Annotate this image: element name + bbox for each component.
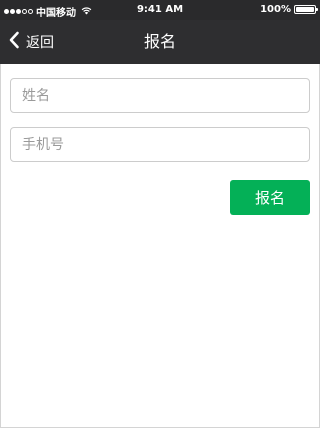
- status-bar: 中国移动 9:41 AM 100%: [0, 0, 320, 20]
- chevron-left-icon: [8, 31, 20, 53]
- battery-percent: 100%: [260, 4, 291, 15]
- back-label: 返回: [26, 35, 54, 51]
- status-right: 100%: [260, 4, 318, 15]
- battery-icon: [294, 5, 318, 14]
- navigation-bar: 报名 返回: [0, 20, 320, 64]
- back-button[interactable]: 返回: [8, 20, 54, 64]
- name-input[interactable]: [10, 78, 310, 113]
- phone-input[interactable]: [10, 127, 310, 162]
- submit-button[interactable]: 报名: [230, 180, 310, 215]
- signup-form: [10, 78, 310, 162]
